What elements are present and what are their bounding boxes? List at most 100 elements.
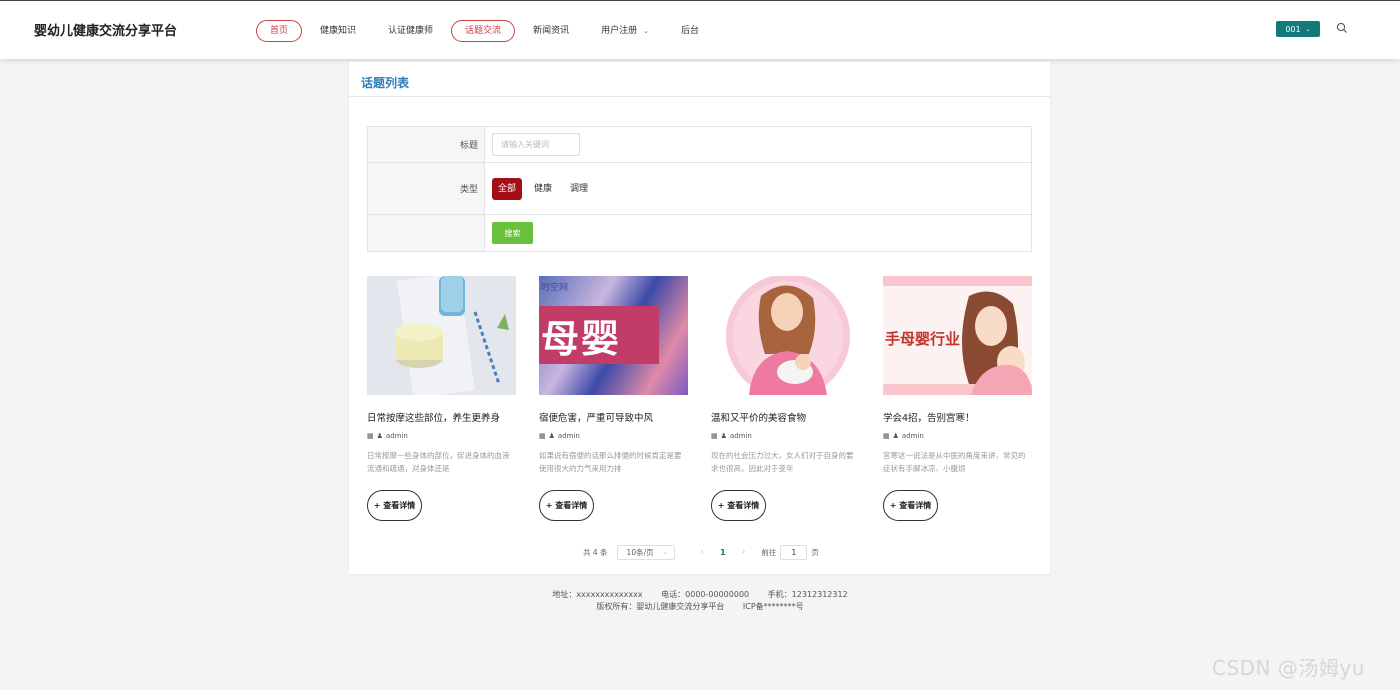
view-details-button[interactable]: + 查看详情 xyxy=(539,490,594,521)
next-page-icon[interactable]: › xyxy=(742,547,746,557)
type-label: 类型 xyxy=(368,163,485,214)
nav-label: 认证健康师 xyxy=(388,26,434,36)
topic-items: 日常按摩这些部位，养生更养身 ▦ ♟ admin 日常按摩一些身体的部位，促进身体的… xyxy=(367,276,1032,526)
user-icon: ♟ xyxy=(376,432,383,440)
pagination-total: 共 4 条 xyxy=(583,547,608,557)
nav-label: 话题交流 xyxy=(465,26,502,36)
prev-page-icon[interactable]: ‹ xyxy=(701,547,705,557)
topic-title[interactable]: 宿便危害，严重可导致中风 xyxy=(539,410,688,424)
footer-copyright: 版权所有：婴幼儿健康交流分享平台 xyxy=(596,602,725,611)
nav-item-register[interactable]: 用户注册 ⌄ xyxy=(587,20,663,42)
topic-item: 手母婴行业 学会4招，告别宫寒！ ▦ ♟ admin 宫寒这一说法是从中医的角度来讲… xyxy=(883,276,1032,521)
nav-item-news[interactable]: 新闻资讯 xyxy=(519,20,583,42)
page-unit-label: 页 xyxy=(811,547,819,557)
topic-meta: ▦ ♟ admin xyxy=(367,432,516,440)
nav-item-certified-experts[interactable]: 认证健康师 xyxy=(374,20,447,42)
topic-meta: ▦ ♟ admin xyxy=(539,432,688,440)
title-label: 标题 xyxy=(368,127,485,162)
topic-desc: 现在的社会压力过大，女人们对于自身的要求也很高，因此对于变年 xyxy=(711,451,854,473)
pagination: 共 4 条 10条/页 ⌄ ‹ 1 › 前往 1 页 xyxy=(583,544,819,560)
mother-child-illustration xyxy=(962,291,1032,395)
nav-label: 新闻资讯 xyxy=(533,26,570,36)
topic-desc: 如果说有宿便的话那么排便的时候肯定是要使用很大的力气来用力排 xyxy=(539,451,682,473)
chevron-down-icon: ⌄ xyxy=(643,27,649,35)
topic-desc: 宫寒这一说法是从中医的角度来讲，常见的症状有手脚冰凉、小腹烦 xyxy=(883,451,1026,473)
topic-list-card: 话题列表 标题 类型 全部 健康 调理 搜索 xyxy=(349,62,1050,574)
type-option-health[interactable]: 健康 xyxy=(528,178,558,200)
nav-label: 首页 xyxy=(270,26,289,36)
chevron-down-icon: ⌄ xyxy=(662,548,669,556)
empty-label xyxy=(368,215,485,251)
page-number-current[interactable]: 1 xyxy=(720,548,726,557)
topic-author: admin xyxy=(901,432,924,440)
keyword-input[interactable] xyxy=(492,133,580,156)
chevron-down-icon: ⌄ xyxy=(1305,25,1311,33)
filter-row-actions: 搜索 xyxy=(368,215,1031,251)
search-icon[interactable] xyxy=(1336,22,1348,34)
topic-item: 日常按摩这些部位，养生更养身 ▦ ♟ admin 日常按摩一些身体的部位，促进身体的… xyxy=(367,276,516,521)
nav-item-home[interactable]: 首页 xyxy=(256,20,303,42)
topic-item: 温和又平价的美容食物 ▦ ♟ admin 现在的社会压力过大，女人们对于自身的要求也… xyxy=(711,276,860,521)
goto-page-input[interactable]: 1 xyxy=(780,544,808,560)
footer-mobile: 手机：12312312312 xyxy=(767,590,848,599)
topic-title[interactable]: 温和又平价的美容食物 xyxy=(711,410,860,424)
page-size-value: 10条/页 xyxy=(626,547,654,557)
type-option-conditioning[interactable]: 调理 xyxy=(564,178,594,200)
calendar-icon: ▦ xyxy=(539,432,546,440)
user-icon: ♟ xyxy=(720,432,727,440)
footer-phone: 电话：0000-00000000 xyxy=(661,590,750,599)
mother-baby-illustration xyxy=(726,276,850,395)
topic-desc: 日常按摩一些身体的部位，促进身体的血液流通和疏通，对身体还是 xyxy=(367,451,510,473)
nav-label: 后台 xyxy=(680,26,699,36)
filter-row-type: 类型 全部 健康 调理 xyxy=(368,163,1031,215)
calendar-icon: ▦ xyxy=(367,432,374,440)
type-option-all[interactable]: 全部 xyxy=(492,177,523,200)
drink-photo xyxy=(367,276,516,395)
topic-author: admin xyxy=(385,432,408,440)
calendar-icon: ▦ xyxy=(711,432,718,440)
search-button[interactable]: 搜索 xyxy=(492,222,533,244)
footer-line-2: 版权所有：婴幼儿健康交流分享平台 ICP备********号 xyxy=(0,601,1400,613)
topic-title[interactable]: 学会4招，告别宫寒！ xyxy=(883,410,1032,424)
site-footer: 地址：xxxxxxxxxxxxxx 电话：0000-00000000 手机：12… xyxy=(0,589,1400,613)
goto-label: 前往 xyxy=(761,547,777,557)
banner-top-text: 时空网 xyxy=(541,283,569,293)
topic-author: admin xyxy=(557,432,580,440)
filter-row-title: 标题 xyxy=(368,127,1031,163)
main-nav: 首页 健康知识 认证健康师 话题交流 新闻资讯 用户注册 ⌄ 后台 xyxy=(256,20,717,42)
top-header: 婴幼儿健康交流分享平台 首页 健康知识 认证健康师 话题交流 新闻资讯 用户注册… xyxy=(0,0,1400,59)
page-size-select[interactable]: 10条/页 ⌄ xyxy=(616,544,675,560)
topic-thumbnail[interactable]: 手母婴行业 xyxy=(883,276,1032,395)
nav-item-topics[interactable]: 话题交流 xyxy=(451,20,516,42)
view-details-button[interactable]: + 查看详情 xyxy=(367,490,422,521)
footer-address: 地址：xxxxxxxxxxxxxx xyxy=(552,590,643,599)
topic-item: 母婴 时空网 宿便危害，严重可导致中风 ▦ ♟ admin 如果说有宿便的话那么排便… xyxy=(539,276,688,521)
footer-line-1: 地址：xxxxxxxxxxxxxx 电话：0000-00000000 手机：12… xyxy=(0,589,1400,601)
user-icon: ♟ xyxy=(892,432,899,440)
footer-icp: ICP备********号 xyxy=(742,602,804,611)
nav-label: 用户注册 xyxy=(601,26,638,36)
divider xyxy=(349,96,1050,97)
filter-value xyxy=(485,127,1031,162)
page-title: 话题列表 xyxy=(361,76,410,90)
topic-meta: ▦ ♟ admin xyxy=(711,432,860,440)
nav-item-health-knowledge[interactable]: 健康知识 xyxy=(306,20,370,42)
site-brand[interactable]: 婴幼儿健康交流分享平台 xyxy=(34,20,177,39)
banner-text: 母婴 xyxy=(541,317,622,361)
watermark: CSDN @汤姆yu xyxy=(1212,656,1365,680)
topic-author: admin xyxy=(729,432,752,440)
filter-form: 标题 类型 全部 健康 调理 搜索 xyxy=(367,126,1032,252)
topic-thumbnail[interactable] xyxy=(367,276,516,395)
nav-item-admin[interactable]: 后台 xyxy=(667,20,713,42)
nav-label: 健康知识 xyxy=(320,26,357,36)
user-label: 001 xyxy=(1285,24,1301,34)
user-icon: ♟ xyxy=(548,432,555,440)
topic-thumbnail[interactable]: 母婴 时空网 xyxy=(539,276,688,395)
view-details-button[interactable]: + 查看详情 xyxy=(883,490,938,521)
topic-meta: ▦ ♟ admin xyxy=(883,432,1032,440)
topic-title[interactable]: 日常按摩这些部位，养生更养身 xyxy=(367,410,516,424)
view-details-button[interactable]: + 查看详情 xyxy=(711,490,766,521)
calendar-icon: ▦ xyxy=(883,432,890,440)
topic-thumbnail[interactable] xyxy=(711,276,860,395)
user-menu-button[interactable]: 001 ⌄ xyxy=(1276,21,1320,37)
